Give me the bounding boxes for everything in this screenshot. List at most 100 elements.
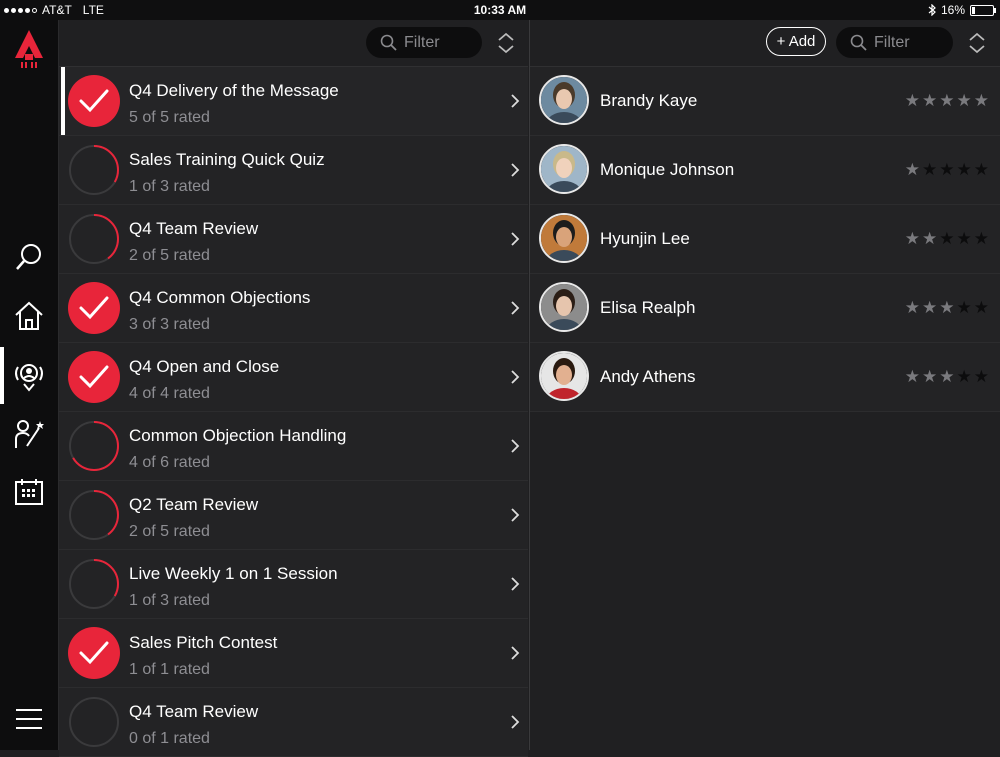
star-rating: ★ ★ ★ ★ ★ [905, 91, 989, 111]
filter-placeholder: Filter [874, 33, 910, 51]
assignment-row[interactable]: Q4 Delivery of the Message 5 of 5 rated [59, 67, 528, 136]
chevron-right-icon [511, 232, 520, 246]
assignment-row[interactable]: Sales Pitch Contest 1 of 1 rated [59, 619, 528, 688]
progress-ring [69, 490, 119, 540]
sort-toggle-icon[interactable] [496, 32, 516, 59]
status-bar: AT&T LTE 10:33 AM 16% [0, 0, 1000, 20]
progress-ring [69, 697, 119, 747]
nav-rail [0, 20, 59, 750]
menu-icon[interactable] [0, 708, 58, 730]
participants-pane: + Add Filter Brandy Kaye ★ ★ ★ ★ ★ Monique Joh… [529, 20, 1000, 750]
star-icon: ★ [956, 229, 972, 248]
star-icon: ★ [939, 160, 955, 179]
filter-placeholder: Filter [404, 33, 440, 51]
coaching-icon[interactable] [0, 358, 58, 392]
assignment-row[interactable]: Live Weekly 1 on 1 Session 1 of 3 rated [59, 550, 528, 619]
star-icon: ★ [939, 367, 955, 386]
assignment-row[interactable]: Q4 Open and Close 4 of 4 rated [59, 343, 528, 412]
progress-ring [69, 145, 119, 195]
assignment-row[interactable]: Q2 Team Review 2 of 5 rated [59, 481, 528, 550]
participants-toolbar: + Add Filter [530, 20, 1000, 67]
chevron-right-icon [511, 94, 520, 108]
assignment-row[interactable]: Q4 Team Review 2 of 5 rated [59, 205, 528, 274]
assignment-rated-count: 4 of 6 rated [129, 454, 210, 471]
star-icon: ★ [904, 160, 920, 179]
avatar [539, 213, 589, 263]
assignment-row[interactable]: Q4 Team Review 0 of 1 rated [59, 688, 528, 757]
sort-toggle-icon[interactable] [967, 32, 987, 59]
star-icon: ★ [922, 298, 938, 317]
avatar [539, 351, 589, 401]
star-icon: ★ [956, 91, 972, 110]
assignment-row[interactable]: Sales Training Quick Quiz 1 of 3 rated [59, 136, 528, 205]
search-icon [850, 34, 867, 51]
home-icon[interactable] [0, 301, 58, 331]
skills-wand-icon[interactable] [0, 418, 58, 450]
progress-ring [69, 421, 119, 471]
star-icon: ★ [956, 298, 972, 317]
assignment-row[interactable]: Common Objection Handling 4 of 6 rated [59, 412, 528, 481]
chevron-right-icon [511, 370, 520, 384]
participants-filter-input[interactable]: Filter [836, 27, 953, 58]
assignment-title: Sales Training Quick Quiz [129, 150, 325, 169]
app-logo-icon[interactable] [0, 28, 58, 70]
assignment-title: Q2 Team Review [129, 495, 259, 514]
chevron-right-icon [511, 301, 520, 315]
star-icon: ★ [973, 367, 989, 386]
search-icon [380, 34, 397, 51]
assignments-pane: Filter Q4 Delivery of the Message 5 of 5 … [59, 20, 528, 757]
avatar [539, 144, 589, 194]
star-icon: ★ [922, 229, 938, 248]
assignment-title: Sales Pitch Contest [129, 633, 278, 652]
assignment-rated-count: 1 of 1 rated [129, 661, 210, 678]
clock: 10:33 AM [473, 3, 527, 17]
star-icon: ★ [956, 160, 972, 179]
participant-row[interactable]: Hyunjin Lee ★ ★ ★ ★ ★ [530, 205, 1000, 274]
star-icon: ★ [939, 91, 955, 110]
participant-name: Elisa Realph [600, 298, 696, 317]
calendar-icon[interactable] [0, 478, 58, 506]
participant-row[interactable]: Andy Athens ★ ★ ★ ★ ★ [530, 343, 1000, 412]
search-icon[interactable] [0, 242, 58, 272]
avatar [539, 282, 589, 332]
assignment-title: Q4 Delivery of the Message [129, 81, 339, 100]
assignment-rated-count: 2 of 5 rated [129, 247, 210, 264]
participant-name: Brandy Kaye [600, 91, 698, 110]
chevron-right-icon [511, 577, 520, 591]
star-icon: ★ [922, 91, 938, 110]
assignment-row[interactable]: Q4 Common Objections 3 of 3 rated [59, 274, 528, 343]
participant-name: Hyunjin Lee [600, 229, 690, 248]
completed-check-icon [68, 627, 120, 679]
chevron-right-icon [511, 439, 520, 453]
star-icon: ★ [973, 160, 989, 179]
star-icon: ★ [939, 298, 955, 317]
completed-check-icon [68, 351, 120, 403]
participant-row[interactable]: Monique Johnson ★ ★ ★ ★ ★ [530, 136, 1000, 205]
assignment-rated-count: 5 of 5 rated [129, 109, 210, 126]
progress-ring [69, 214, 119, 264]
star-rating: ★ ★ ★ ★ ★ [905, 298, 989, 318]
chevron-right-icon [511, 163, 520, 177]
assignment-rated-count: 1 of 3 rated [129, 592, 210, 609]
participant-name: Monique Johnson [600, 160, 735, 179]
assignment-rated-count: 1 of 3 rated [129, 178, 210, 195]
assignments-filter-input[interactable]: Filter [366, 27, 482, 58]
assignment-title: Q4 Open and Close [129, 357, 280, 376]
star-icon: ★ [904, 91, 920, 110]
star-icon: ★ [904, 367, 920, 386]
progress-ring [69, 559, 119, 609]
assignment-rated-count: 0 of 1 rated [129, 730, 210, 747]
add-button[interactable]: + Add [766, 27, 826, 56]
participant-name: Andy Athens [600, 367, 696, 386]
star-icon: ★ [904, 298, 920, 317]
star-icon: ★ [973, 298, 989, 317]
assignment-rated-count: 4 of 4 rated [129, 385, 210, 402]
star-rating: ★ ★ ★ ★ ★ [905, 367, 989, 387]
chevron-right-icon [511, 508, 520, 522]
star-icon: ★ [939, 229, 955, 248]
participant-row[interactable]: Brandy Kaye ★ ★ ★ ★ ★ [530, 67, 1000, 136]
assignment-title: Live Weekly 1 on 1 Session [129, 564, 338, 583]
star-icon: ★ [973, 91, 989, 110]
star-icon: ★ [922, 160, 938, 179]
participant-row[interactable]: Elisa Realph ★ ★ ★ ★ ★ [530, 274, 1000, 343]
